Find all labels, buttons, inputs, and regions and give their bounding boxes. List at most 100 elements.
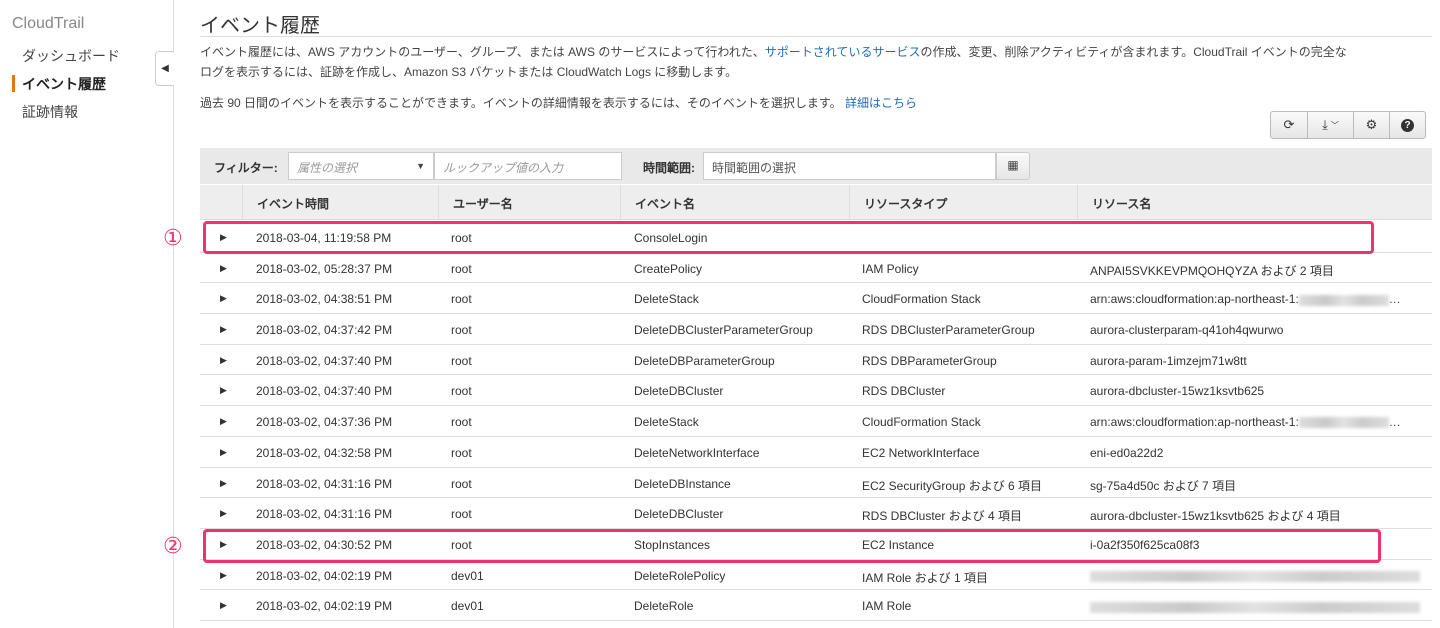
cell-user-name: root — [451, 262, 472, 276]
cell-text: DeleteDBCluster — [634, 384, 724, 399]
cell-resource-name: aurora-clusterparam-q41oh4qwurwo — [1090, 323, 1283, 337]
cell-event-time: 2018-03-02, 04:31:16 PM — [256, 507, 392, 521]
column-header-resource-name[interactable]: リソース名 — [1077, 185, 1432, 220]
cell-user-name: root — [451, 446, 472, 460]
brand-label: CloudTrail — [12, 15, 85, 32]
expand-arrow-icon[interactable]: ▶ — [220, 447, 227, 458]
expand-arrow-icon[interactable]: ▶ — [220, 478, 227, 489]
lookup-value-input[interactable]: ルックアップ値の入力 — [434, 152, 622, 180]
table-row[interactable]: ▶ 2018-03-02, 04:31:16 PM root DeleteDBClus… — [200, 498, 1432, 529]
help-icon: ? — [1401, 118, 1414, 132]
cell-resource-name: eni-ed0a22d2 — [1090, 446, 1163, 460]
column-header-resource-type[interactable]: リソースタイプ — [849, 185, 1077, 220]
supported-services-link[interactable]: サポートされているサービス — [765, 45, 921, 59]
cell-text: DeleteDBInstance — [634, 476, 731, 491]
attribute-select[interactable]: 属性の選択 ▼ — [288, 152, 434, 180]
sidebar-item-event-history[interactable]: イベント履歴 — [12, 74, 106, 94]
cell-event-time: 2018-03-02, 04:37:40 PM — [256, 354, 392, 368]
cell-event-time: 2018-03-02, 04:31:16 PM — [256, 477, 392, 491]
download-icon: ⤓ — [1322, 117, 1328, 132]
cell-resource-name — [1090, 599, 1420, 613]
cell-text: DeleteNetworkInterface — [634, 445, 760, 460]
cell-resource-name: sg-75a4d50c および 7 項目 — [1090, 477, 1236, 494]
cell-resource-type: RDS DBCluster および 4 項目 — [862, 507, 1022, 524]
time-range-input[interactable]: 時間範囲の選択 — [703, 152, 996, 180]
desc-text: の作成、変更、削除アクティビティが含まれます。CloudTrail イベントの完… — [920, 45, 1347, 59]
cell-resource-name: arn:aws:cloudformation:ap-northeast-1:… — [1090, 415, 1401, 430]
cell-resource-name — [1090, 569, 1420, 583]
expand-arrow-icon[interactable]: ▶ — [220, 570, 227, 581]
table-row[interactable]: ▶ 2018-03-02, 04:37:42 PM root DeleteDBClus… — [200, 314, 1432, 345]
filter-label: フィルター: — [214, 161, 278, 175]
sidebar-item-trails[interactable]: 証跡情報 — [22, 102, 78, 122]
cell-text: IAM Role — [862, 599, 912, 614]
cell-text: 2018-03-02, 04:02:19 PM — [256, 599, 393, 614]
cell-resource-type: RDS DBClusterParameterGroup — [862, 323, 1035, 337]
expand-arrow-icon[interactable]: ▶ — [220, 293, 227, 304]
cell-user-name: dev01 — [451, 599, 484, 613]
table-row[interactable]: ▶ 2018-03-02, 04:31:16 PM root DeleteDBInst… — [200, 468, 1432, 499]
cell-text: dev01 — [451, 599, 484, 614]
cell-text: 2018-03-02, 05:28:37 PM — [256, 261, 393, 276]
expand-arrow-icon[interactable]: ▶ — [220, 355, 227, 366]
page-title: イベント履歴 — [200, 15, 320, 37]
expand-arrow-icon[interactable]: ▶ — [220, 600, 227, 611]
cell-event-name: DeleteDBClusterParameterGroup — [634, 323, 813, 337]
column-header-user-name[interactable]: ユーザー名 — [438, 185, 620, 220]
learn-more-link[interactable]: 詳細はこちら — [845, 96, 917, 110]
expand-arrow-icon[interactable]: ▶ — [220, 324, 227, 335]
caret-left-icon: ◀ — [161, 63, 169, 74]
download-button[interactable]: ⤓ ﹀ — [1307, 112, 1353, 138]
table-row[interactable]: ▶ 2018-03-02, 04:32:58 PM root DeleteNetwor… — [200, 437, 1432, 468]
cell-event-time: 2018-03-02, 04:32:58 PM — [256, 446, 392, 460]
expand-arrow-icon[interactable]: ▶ — [220, 263, 227, 274]
cell-user-name: root — [451, 354, 472, 368]
cell-text: 2018-03-02, 04:37:36 PM — [256, 415, 393, 430]
cell-text: root — [451, 507, 472, 522]
column-header-event-time[interactable]: イベント時間 — [242, 185, 438, 220]
refresh-icon: ⟳ — [1283, 117, 1295, 132]
cell-text: DeleteStack — [634, 292, 699, 307]
cell-event-time: 2018-03-02, 04:37:36 PM — [256, 415, 392, 429]
settings-button[interactable]: ⚙ — [1353, 112, 1389, 138]
cell-text: 2018-03-02, 04:37:40 PM — [256, 353, 393, 368]
help-button[interactable]: ? — [1389, 112, 1425, 138]
cell-text: CloudFormation Stack — [862, 415, 981, 430]
cell-event-name: DeleteDBParameterGroup — [634, 354, 775, 368]
cell-resource-name: aurora-param-1imzejm71w8tt — [1090, 354, 1247, 368]
table-row[interactable]: ▶ 2018-03-02, 04:37:40 PM root DeleteDBClus… — [200, 375, 1432, 407]
cell-event-name: DeleteRolePolicy — [634, 569, 725, 583]
cell-text: CreatePolicy — [634, 261, 703, 276]
refresh-button[interactable]: ⟳ — [1271, 112, 1307, 138]
cell-user-name: dev01 — [451, 569, 484, 583]
cell-user-name: root — [451, 323, 472, 337]
table-row[interactable]: ▶ 2018-03-02, 04:38:51 PM root DeleteStack C… — [200, 283, 1432, 315]
cell-event-name: CreatePolicy — [634, 262, 702, 276]
table-row[interactable]: ▶ 2018-03-02, 04:37:40 PM root DeleteDBPara… — [200, 345, 1432, 376]
expand-arrow-icon[interactable]: ▶ — [220, 508, 227, 519]
time-range-label: 時間範囲: — [643, 161, 695, 175]
cell-event-time: 2018-03-02, 04:37:42 PM — [256, 323, 392, 337]
gear-icon: ⚙ — [1365, 117, 1378, 132]
calendar-button[interactable]: ▦ — [996, 152, 1030, 180]
cell-text: root — [451, 292, 472, 307]
table-row[interactable]: ▶ 2018-03-02, 04:02:19 PM dev01 DeleteRole I… — [200, 590, 1432, 621]
redacted-value — [1090, 601, 1420, 613]
table-header: イベント時間 ユーザー名 イベント名 リソースタイプ リソース名 — [200, 185, 1432, 220]
table-row[interactable]: ▶ 2018-03-02, 04:02:19 PM dev01 DeleteRoleP… — [200, 560, 1432, 591]
cell-resource-type: EC2 SecurityGroup および 6 項目 — [862, 477, 1042, 494]
chevron-down-icon: ﹀ — [1330, 120, 1339, 130]
table-row[interactable]: ▶ 2018-03-02, 04:37:36 PM root DeleteStack C… — [200, 406, 1432, 437]
cell-event-name: DeleteStack — [634, 415, 699, 429]
cell-text: ANPAI5SVKKEVPMQOHQYZA および 2 項目 — [1090, 263, 1334, 278]
table-row[interactable]: ▶ 2018-03-02, 05:28:37 PM root CreatePolicy… — [200, 253, 1432, 284]
desc-text: 過去 90 日間のイベントを表示することができます。イベントの詳細情報を表示する… — [200, 96, 842, 110]
column-header-event-name[interactable]: イベント名 — [620, 185, 849, 220]
expand-arrow-icon[interactable]: ▶ — [220, 416, 227, 427]
sidebar-item-dashboard[interactable]: ダッシュボード — [22, 46, 120, 66]
highlight-box-2 — [203, 529, 1381, 563]
cell-resource-name: ANPAI5SVKKEVPMQOHQYZA および 2 項目 — [1090, 262, 1334, 279]
expand-arrow-icon[interactable]: ▶ — [220, 385, 227, 396]
collapse-sidebar-button[interactable]: ◀ — [155, 51, 174, 86]
cell-text: dev01 — [451, 568, 484, 583]
